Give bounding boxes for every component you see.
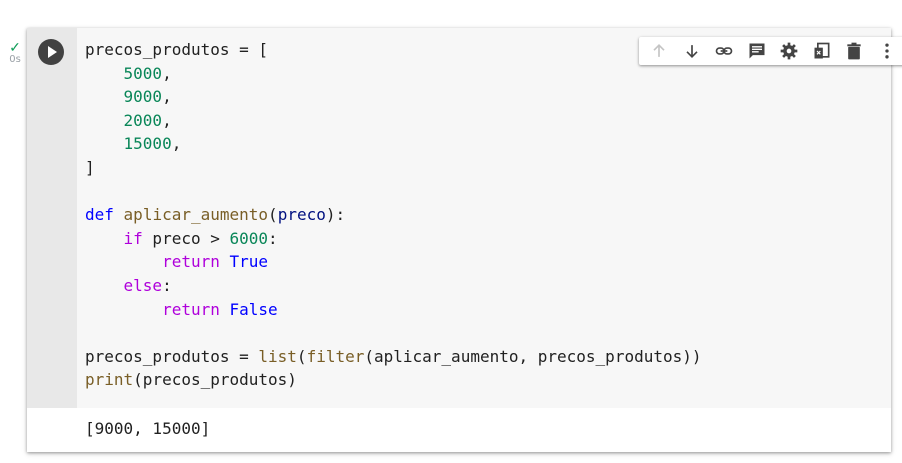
- code-token: (: [268, 205, 278, 225]
- code-token: preco: [277, 205, 326, 225]
- code-token: return: [162, 299, 220, 319]
- code-line: return False: [85, 298, 702, 322]
- code-token: 5000: [123, 63, 163, 83]
- settings-button[interactable]: [776, 38, 802, 64]
- code-line: def aplicar_aumento(preco):: [85, 203, 702, 227]
- code-token: return: [162, 252, 220, 272]
- run-cell-button[interactable]: [38, 39, 64, 65]
- code-token: 2000: [123, 110, 163, 130]
- cell-execution-status: ✓ 0s: [4, 40, 26, 66]
- more-vert-icon: [877, 41, 897, 61]
- code-line: if preco > 6000:: [85, 227, 702, 251]
- code-token: False: [229, 299, 278, 319]
- move-down-button[interactable]: [679, 38, 705, 64]
- add-comment-button[interactable]: [744, 38, 770, 64]
- code-line: precos_produtos = list(filter(aplicar_au…: [85, 345, 702, 369]
- mirror-cell-icon: [812, 41, 832, 61]
- code-token: 15000: [123, 134, 172, 154]
- code-token: else: [123, 275, 163, 295]
- cell-toolbar: [639, 37, 902, 65]
- code-token: filter: [306, 346, 365, 366]
- code-token: def: [85, 205, 114, 225]
- code-editor[interactable]: precos_produtos = [ 5000, 9000, 2000, 15…: [77, 28, 891, 408]
- code-token: ]: [85, 157, 95, 177]
- code-line: 15000,: [85, 132, 702, 156]
- code-token: (precos_produtos): [133, 370, 297, 390]
- code-token: 9000: [123, 87, 163, 107]
- code-token: :: [162, 275, 172, 295]
- code-token: if: [123, 228, 143, 248]
- code-token: print: [85, 370, 134, 390]
- move-up-button: [646, 38, 672, 64]
- code-token: ,: [162, 110, 172, 130]
- code-line: 9000,: [85, 85, 702, 109]
- code-token: ,: [171, 134, 182, 154]
- check-icon: ✓: [9, 39, 21, 55]
- more-actions-button[interactable]: [874, 38, 900, 64]
- code-text[interactable]: precos_produtos = [ 5000, 9000, 2000, 15…: [85, 38, 702, 392]
- code-token: :: [268, 228, 278, 248]
- mirror-cell-button[interactable]: [809, 38, 835, 64]
- code-token: list: [258, 346, 297, 366]
- code-token: precos_produtos = [: [85, 40, 269, 59]
- code-line: precos_produtos = [: [85, 38, 702, 62]
- comment-icon: [747, 41, 767, 61]
- cell-output: [9000, 15000]: [85, 419, 211, 438]
- arrow-down-icon: [682, 41, 702, 61]
- arrow-up-icon: [649, 41, 669, 61]
- code-token: precos_produtos =: [85, 346, 259, 366]
- code-token: ,: [162, 87, 172, 107]
- code-token: ,: [162, 63, 172, 83]
- code-line: 2000,: [85, 109, 702, 133]
- delete-cell-button[interactable]: [841, 38, 867, 64]
- code-line: 5000,: [85, 62, 702, 86]
- execution-time: 0s: [9, 54, 21, 65]
- code-line: return True: [85, 250, 702, 274]
- copy-link-button[interactable]: [711, 38, 737, 64]
- play-icon: [48, 46, 57, 58]
- code-cell[interactable]: precos_produtos = [ 5000, 9000, 2000, 15…: [27, 28, 902, 452]
- code-token: aplicar_aumento: [123, 205, 269, 225]
- code-token: (: [296, 346, 307, 366]
- link-icon: [714, 41, 734, 61]
- code-token: (aplicar_aumento, precos_produtos)): [364, 346, 702, 366]
- code-line: ]: [85, 156, 702, 180]
- code-token: preco >: [142, 228, 230, 248]
- code-token: ):: [325, 205, 346, 225]
- code-token: 6000: [229, 228, 269, 248]
- gear-icon: [779, 41, 799, 61]
- cell-gutter: [27, 28, 77, 408]
- code-token: True: [229, 252, 269, 272]
- code-line: print(precos_produtos): [85, 368, 702, 392]
- trash-icon: [844, 41, 864, 61]
- code-line: else:: [85, 274, 702, 298]
